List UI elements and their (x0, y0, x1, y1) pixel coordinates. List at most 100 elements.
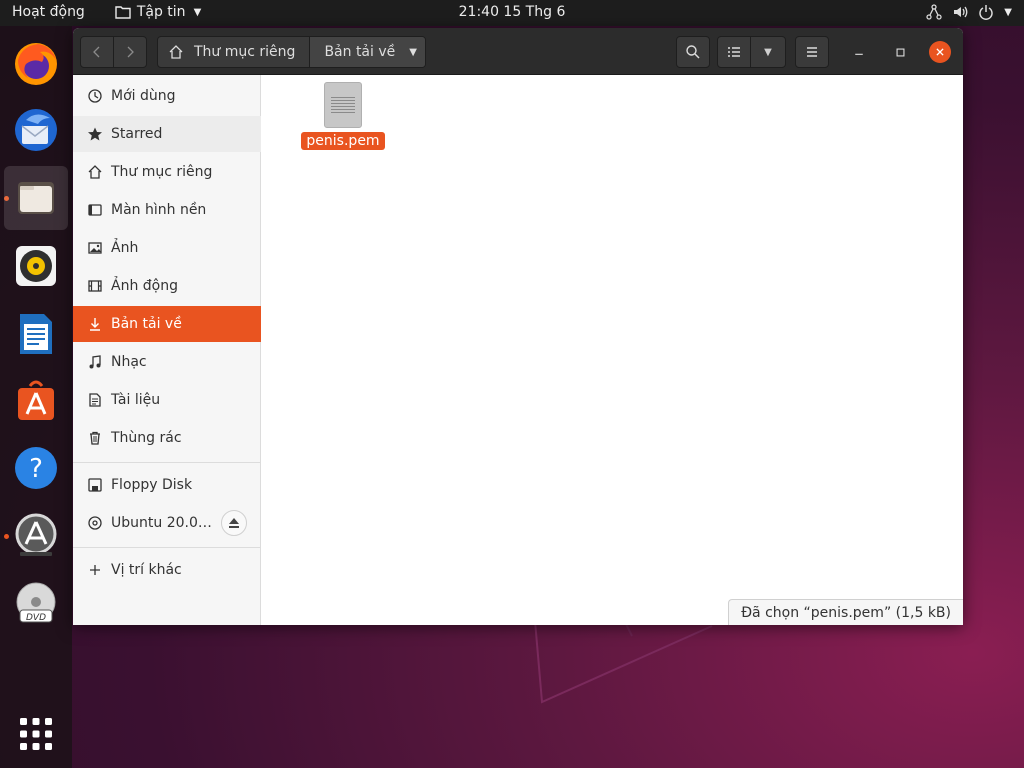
dock-software[interactable] (4, 368, 68, 432)
dock-help[interactable]: ? (4, 436, 68, 500)
status-text: Đã chọn “penis.pem” (1,5 kB) (741, 604, 951, 621)
back-button[interactable] (80, 36, 114, 68)
dock-rhythmbox[interactable] (4, 234, 68, 298)
chevron-down-icon: ▼ (193, 6, 202, 18)
music-icon (89, 355, 101, 369)
view-list-button[interactable] (717, 36, 751, 68)
search-button[interactable] (676, 36, 710, 68)
path-home-label: Thư mục riêng (194, 44, 296, 60)
app-menu-label: Tập tin (136, 4, 186, 20)
dock-firefox[interactable] (4, 32, 68, 96)
eject-icon (229, 518, 239, 528)
sidebar-item-label: Ảnh động (111, 278, 178, 294)
eject-button[interactable] (221, 510, 247, 536)
chevron-down-icon: ▼ (764, 46, 772, 58)
sidebar-item-home[interactable]: Thư mục riêng (73, 154, 261, 190)
home-icon (88, 165, 102, 179)
sidebar-item-other-locations[interactable]: Vị trí khác (73, 552, 261, 588)
hamburger-menu-icon (807, 47, 817, 57)
folder-icon (115, 6, 131, 19)
list-view-icon (728, 47, 740, 57)
sidebar-item-documents[interactable]: Tài liệu (73, 382, 261, 418)
sidebar-divider (73, 462, 261, 463)
sidebar-item-label: Floppy Disk (111, 477, 193, 493)
thunderbird-icon (15, 109, 57, 151)
app-menu-button[interactable]: Tập tin ▼ (115, 4, 201, 20)
sidebar-item-videos[interactable]: Ảnh động (73, 268, 261, 304)
chevron-down-icon: ▼ (409, 46, 417, 58)
floppy-icon (88, 478, 102, 492)
dock-thunderbird[interactable] (4, 98, 68, 162)
sidebar-item-label: Thư mục riêng (111, 164, 213, 180)
writer-icon (20, 314, 52, 354)
file-item[interactable]: penis.pem (301, 82, 385, 150)
dock-dvd[interactable]: DVD (4, 572, 68, 636)
updater-icon (15, 513, 57, 556)
svg-text:?: ? (29, 454, 43, 484)
disc-icon (88, 516, 102, 530)
chevron-down-icon: ▼ (1004, 6, 1012, 18)
forward-button[interactable] (113, 36, 147, 68)
sidebar-item-label: Ảnh (111, 240, 139, 256)
sidebar-item-label: Starred (111, 126, 163, 142)
dock-files[interactable] (4, 166, 68, 230)
volume-icon (954, 6, 968, 18)
software-icon (18, 380, 54, 420)
maximize-icon (896, 48, 904, 56)
sidebar-item-downloads[interactable]: Bản tải về (73, 306, 261, 342)
path-current-button[interactable]: Bản tải về ▼ (309, 37, 425, 67)
sidebar-item-pictures[interactable]: Ảnh (73, 230, 261, 266)
power-icon (979, 5, 994, 20)
sidebar-divider (73, 547, 261, 548)
maximize-button[interactable] (888, 40, 912, 64)
close-button[interactable] (929, 41, 951, 63)
star-icon (88, 127, 102, 141)
downloads-icon (90, 318, 100, 331)
path-current-label: Bản tải về (324, 44, 396, 60)
sidebar-item-floppy[interactable]: Floppy Disk (73, 467, 261, 503)
menu-button[interactable] (795, 36, 829, 68)
help-icon: ? (15, 447, 57, 489)
sidebar-item-label: Mới dùng (111, 88, 176, 104)
recent-icon (88, 89, 102, 103)
rhythmbox-icon (16, 246, 56, 286)
dock: ? DVD (0, 26, 72, 768)
close-icon (936, 48, 944, 56)
sidebar-item-desktop[interactable]: Màn hình nền (73, 192, 261, 228)
svg-text:DVD: DVD (26, 613, 46, 623)
sidebar-item-starred[interactable]: Starred (73, 116, 261, 152)
minimize-button[interactable] (847, 40, 871, 64)
top-bar: Hoạt động Tập tin ▼ 21:40 15 Thg 6 ▼ (0, 0, 1024, 26)
sidebar-item-label: Thùng rác (111, 430, 182, 446)
dock-show-apps[interactable] (4, 702, 68, 766)
home-icon (169, 45, 183, 59)
sidebar-item-label: Bản tải về (111, 316, 182, 332)
app-grid-icon (20, 718, 52, 750)
sidebar-item-trash[interactable]: Thùng rác (73, 420, 261, 456)
file-view[interactable]: penis.pem Đã chọn “penis.pem” (1,5 kB) (261, 75, 963, 625)
plus-icon (90, 565, 100, 575)
path-home-button[interactable]: Thư mục riêng (158, 37, 309, 67)
pictures-icon (88, 242, 102, 254)
sidebar: Mới dùng Starred Thư mục riêng Màn hình … (73, 75, 261, 625)
dvd-icon: DVD (16, 582, 56, 623)
sidebar-item-label: Màn hình nền (111, 202, 207, 218)
system-menu[interactable]: ▼ (926, 4, 1012, 20)
path-bar: Thư mục riêng Bản tải về ▼ (157, 36, 426, 68)
search-icon (686, 45, 700, 59)
dock-writer[interactable] (4, 302, 68, 366)
clock[interactable]: 21:40 15 Thg 6 (459, 4, 566, 20)
chevron-left-icon (93, 46, 100, 58)
sidebar-item-music[interactable]: Nhạc (73, 344, 261, 380)
chevron-right-icon (127, 46, 134, 58)
files-window: Thư mục riêng Bản tải về ▼ ▼ Mới dùng St… (73, 28, 963, 625)
view-options-button[interactable]: ▼ (750, 36, 786, 68)
sidebar-item-ubuntu-disc[interactable]: Ubuntu 20.0… (73, 505, 261, 541)
firefox-icon (15, 43, 57, 85)
network-icon (926, 4, 942, 20)
desktop-icon (88, 204, 102, 216)
activities-button[interactable]: Hoạt động (12, 4, 85, 20)
videos-icon (88, 280, 102, 292)
sidebar-item-recent[interactable]: Mới dùng (73, 78, 261, 114)
dock-updater[interactable] (4, 504, 68, 568)
